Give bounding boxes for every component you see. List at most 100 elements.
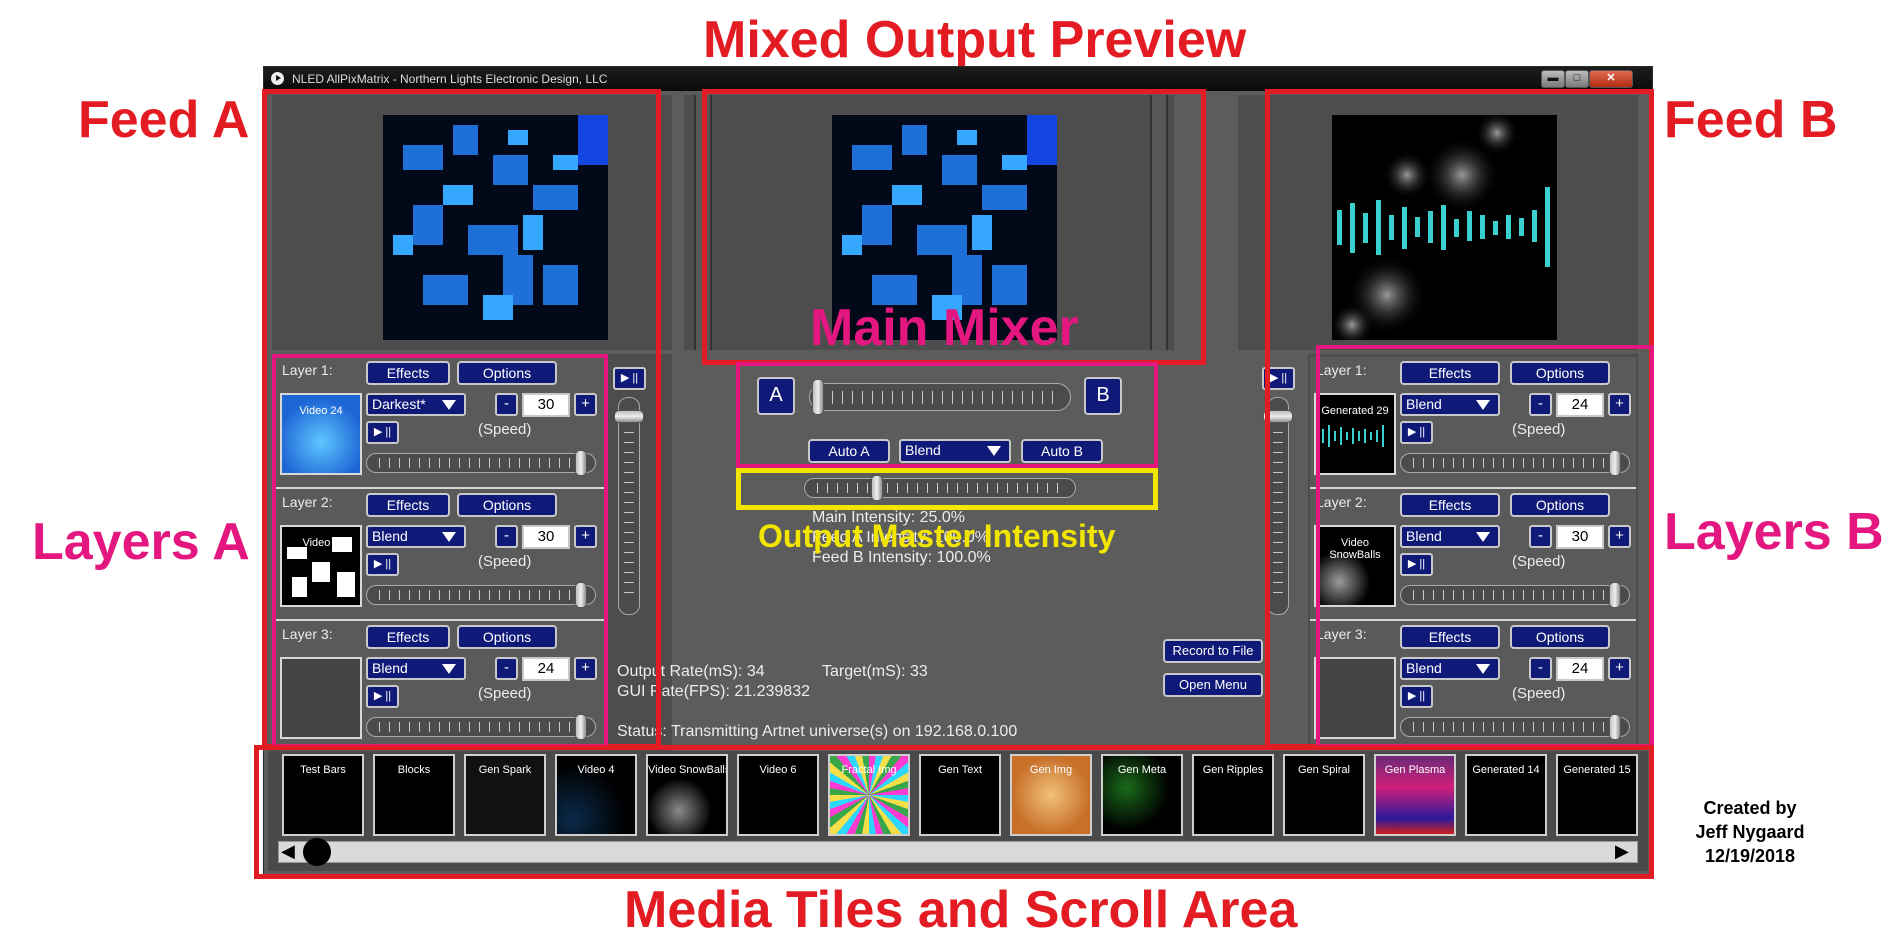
close-button[interactable]: ✕ xyxy=(1589,70,1633,88)
layer-a-2-value-input[interactable]: 30 xyxy=(522,525,570,549)
layer-b-3-plus-button[interactable]: + xyxy=(1608,657,1631,680)
layer-a-1-plus-button[interactable]: + xyxy=(574,393,597,416)
mixer-blend-select[interactable]: Blend xyxy=(899,439,1011,463)
mixer-a-button[interactable]: A xyxy=(757,377,795,415)
layer-a-3-effects-button[interactable]: Effects xyxy=(366,625,450,649)
layer-b-2-play-pause-button[interactable]: ▶ || xyxy=(1400,553,1433,576)
feed-b-panel xyxy=(1238,95,1638,350)
layer-b-1-options-button[interactable]: Options xyxy=(1510,361,1610,385)
media-tile[interactable]: Generated 15 xyxy=(1556,754,1638,836)
media-tile[interactable]: Fractal Img xyxy=(828,754,910,836)
slider-knob[interactable] xyxy=(870,475,883,501)
record-to-file-button[interactable]: Record to File xyxy=(1163,639,1263,663)
slider-knob[interactable] xyxy=(1608,582,1621,608)
layer-b-3-thumbnail[interactable] xyxy=(1314,657,1396,739)
layer-b-3-options-button[interactable]: Options xyxy=(1510,625,1610,649)
media-tile[interactable]: Video 4 xyxy=(555,754,637,836)
media-tile[interactable]: Gen Img xyxy=(1010,754,1092,836)
layer-b-1-effects-button[interactable]: Effects xyxy=(1400,361,1500,385)
media-tile[interactable]: Test Bars xyxy=(282,754,364,836)
media-tile[interactable]: Generated 14 xyxy=(1465,754,1547,836)
layer-a-1-blend-select[interactable]: Darkest* xyxy=(366,393,466,416)
layer-b-2-options-button[interactable]: Options xyxy=(1510,493,1610,517)
slider-knob[interactable] xyxy=(1608,450,1621,476)
layer-a-3-options-button[interactable]: Options xyxy=(457,625,557,649)
layer-a-3-play-pause-button[interactable]: ▶ || xyxy=(366,685,399,708)
minimize-button[interactable]: ▬ xyxy=(1541,70,1565,88)
layer-b-1-play-pause-button[interactable]: ▶ || xyxy=(1400,421,1433,444)
layer-b-1-thumbnail[interactable]: Generated 29 xyxy=(1314,393,1396,475)
layer-b-3-effects-button[interactable]: Effects xyxy=(1400,625,1500,649)
layer-a-2-thumbnail[interactable]: Video 6 xyxy=(280,525,362,607)
media-tile[interactable]: Video SnowBalls xyxy=(646,754,728,836)
layer-a-2-blend-select[interactable]: Blend xyxy=(366,525,466,548)
layer-a-1-value-input[interactable]: 30 xyxy=(522,393,570,417)
layer-b-3-speed-slider[interactable] xyxy=(1400,714,1630,740)
layer-b-2-thumbnail[interactable]: Video SnowBalls xyxy=(1314,525,1396,607)
layer-a-2-minus-button[interactable]: - xyxy=(495,525,518,548)
output-master-intensity-slider[interactable] xyxy=(804,475,1076,501)
feed-b-intensity-slider[interactable] xyxy=(1263,397,1293,615)
auto-b-button[interactable]: Auto B xyxy=(1021,439,1103,463)
layer-b-2-minus-button[interactable]: - xyxy=(1529,525,1552,548)
scroll-left-button[interactable]: ◀ xyxy=(281,841,301,862)
layer-a-3-speed-slider[interactable] xyxy=(366,714,596,740)
open-menu-button[interactable]: Open Menu xyxy=(1163,673,1263,697)
layer-a-3-plus-button[interactable]: + xyxy=(574,657,597,680)
slider-knob[interactable] xyxy=(1263,409,1293,423)
layer-a-2-plus-button[interactable]: + xyxy=(574,525,597,548)
layer-b-1-value-input[interactable]: 24 xyxy=(1556,393,1604,417)
feed-a-intensity-slider[interactable] xyxy=(614,397,644,615)
layer-b-3-blend-select[interactable]: Blend xyxy=(1400,657,1500,680)
slider-knob[interactable] xyxy=(812,379,824,415)
slider-knob[interactable] xyxy=(574,450,587,476)
media-scrollbar[interactable]: ◀ ▶ xyxy=(278,838,1638,866)
maximize-button[interactable]: □ xyxy=(1565,70,1589,88)
media-tile[interactable]: Gen Text xyxy=(919,754,1001,836)
layer-a-2-speed-slider[interactable] xyxy=(366,582,596,608)
media-tile[interactable]: Gen Plasma xyxy=(1374,754,1456,836)
layer-b-3-minus-button[interactable]: - xyxy=(1529,657,1552,680)
layer-b-2-plus-button[interactable]: + xyxy=(1608,525,1631,548)
layer-b-1-plus-button[interactable]: + xyxy=(1608,393,1631,416)
layer-a-1-options-button[interactable]: Options xyxy=(457,361,557,385)
layer-b-3-play-pause-button[interactable]: ▶ || xyxy=(1400,685,1433,708)
media-tile[interactable]: Video 6 xyxy=(737,754,819,836)
auto-a-button[interactable]: Auto A xyxy=(808,439,890,463)
media-tile[interactable]: Blocks xyxy=(373,754,455,836)
feed-a-play-pause-button[interactable]: ▶ || xyxy=(613,367,646,390)
media-tile[interactable]: Gen Spark xyxy=(464,754,546,836)
slider-knob[interactable] xyxy=(1608,714,1621,740)
layer-b-1-speed-slider[interactable] xyxy=(1400,450,1630,476)
layer-b-2-effects-button[interactable]: Effects xyxy=(1400,493,1500,517)
layer-a-3-minus-button[interactable]: - xyxy=(495,657,518,680)
media-tile[interactable]: Gen Ripples xyxy=(1192,754,1274,836)
layer-b-2-value-input[interactable]: 30 xyxy=(1556,525,1604,549)
main-crossfader-slider[interactable] xyxy=(809,379,1071,415)
layer-a-2-options-button[interactable]: Options xyxy=(457,493,557,517)
layer-a-1-effects-button[interactable]: Effects xyxy=(366,361,450,385)
slider-knob[interactable] xyxy=(574,714,587,740)
layer-b-1-minus-button[interactable]: - xyxy=(1529,393,1552,416)
media-tile[interactable]: Gen Spiral xyxy=(1283,754,1365,836)
layer-a-1-play-pause-button[interactable]: ▶ || xyxy=(366,421,399,444)
layer-b-3-value-input[interactable]: 24 xyxy=(1556,657,1604,681)
layer-a-3-value-input[interactable]: 24 xyxy=(522,657,570,681)
slider-knob[interactable] xyxy=(614,409,644,423)
scroll-thumb[interactable] xyxy=(303,838,331,866)
layer-a-1-speed-slider[interactable] xyxy=(366,450,596,476)
layer-a-1-minus-button[interactable]: - xyxy=(495,393,518,416)
layer-a-1-thumbnail[interactable]: Video 24 xyxy=(280,393,362,475)
media-tile[interactable]: Gen Meta xyxy=(1101,754,1183,836)
layer-b-2-speed-slider[interactable] xyxy=(1400,582,1630,608)
scroll-right-button[interactable]: ▶ xyxy=(1615,841,1635,862)
mixer-b-button[interactable]: B xyxy=(1084,377,1122,415)
feed-b-play-pause-button[interactable]: ▶ || xyxy=(1262,367,1295,390)
layer-b-1-blend-select[interactable]: Blend xyxy=(1400,393,1500,416)
slider-knob[interactable] xyxy=(574,582,587,608)
layer-a-2-play-pause-button[interactable]: ▶ || xyxy=(366,553,399,576)
layer-a-3-thumbnail[interactable] xyxy=(280,657,362,739)
layer-b-2-blend-select[interactable]: Blend xyxy=(1400,525,1500,548)
layer-a-2-effects-button[interactable]: Effects xyxy=(366,493,450,517)
layer-a-3-blend-select[interactable]: Blend xyxy=(366,657,466,680)
